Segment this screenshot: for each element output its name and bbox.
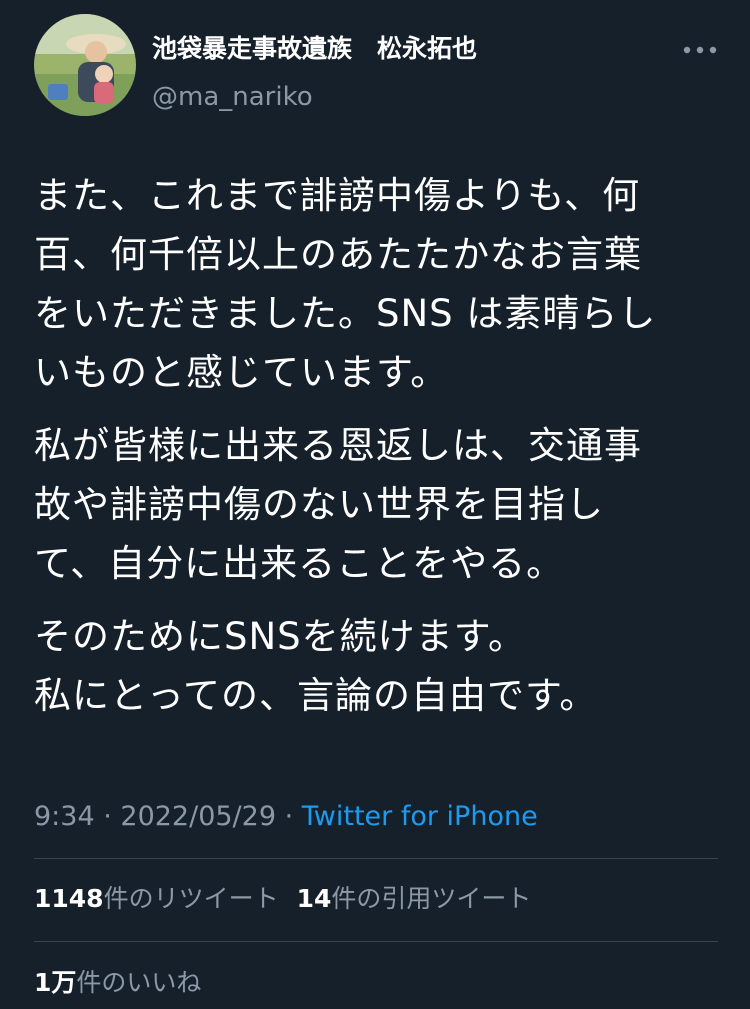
avatar[interactable] (34, 14, 136, 116)
tweet-meta: 9:34 · 2022/05/29 · Twitter for iPhone (34, 800, 538, 834)
tweet-paragraph: 私が皆様に出来る恩返しは、交通事 故や誹謗中傷のない世界を目指し て、自分に出来… (34, 424, 642, 585)
profile-photo-icon (34, 14, 136, 116)
quotes-label: 件の引用ツイート (331, 884, 532, 913)
likes-stat[interactable]: 1万件のいいね (34, 968, 201, 997)
tweet-header: 池袋暴走事故遺族 松永拓也 @ma_nariko (34, 14, 724, 118)
tweet-paragraph: また、これまで誹謗中傷よりも、何 百、何千倍以上のあたたかなお言葉 をいただきま… (34, 174, 657, 394)
retweets-label: 件のリツイート (103, 884, 279, 913)
tweet-paragraph: そのためにSNSを続けます。 私にとっての、言論の自由です。 (34, 615, 598, 717)
tweet-date[interactable]: 2022/05/29 (120, 801, 276, 832)
quotes-stat[interactable]: 14件の引用ツイート (297, 884, 532, 913)
meta-separator: · (276, 801, 302, 832)
retweets-count: 1148 (34, 884, 104, 913)
divider (34, 858, 718, 859)
meta-separator: · (94, 801, 121, 832)
likes-label: 件のいいね (76, 968, 202, 997)
more-horizontal-icon (683, 46, 717, 54)
display-name[interactable]: 池袋暴走事故遺族 松永拓也 (152, 34, 477, 64)
likes-count: 1万 (34, 968, 77, 997)
quotes-count: 14 (296, 884, 332, 913)
tweet-time[interactable]: 9:34 (34, 801, 95, 832)
user-handle[interactable]: @ma_nariko (152, 82, 313, 112)
tweet-text: また、これまで誹謗中傷よりも、何 百、何千倍以上のあたたかなお言葉 をいただきま… (34, 166, 724, 739)
retweet-stats-row: 1148件のリツイート 14件の引用ツイート (34, 884, 531, 914)
more-options-button[interactable] (680, 38, 720, 62)
tweet-source-link[interactable]: Twitter for iPhone (302, 801, 538, 832)
likes-stats-row: 1万件のいいね (34, 968, 201, 998)
divider (34, 941, 718, 942)
retweets-stat[interactable]: 1148件のリツイート (34, 884, 279, 913)
